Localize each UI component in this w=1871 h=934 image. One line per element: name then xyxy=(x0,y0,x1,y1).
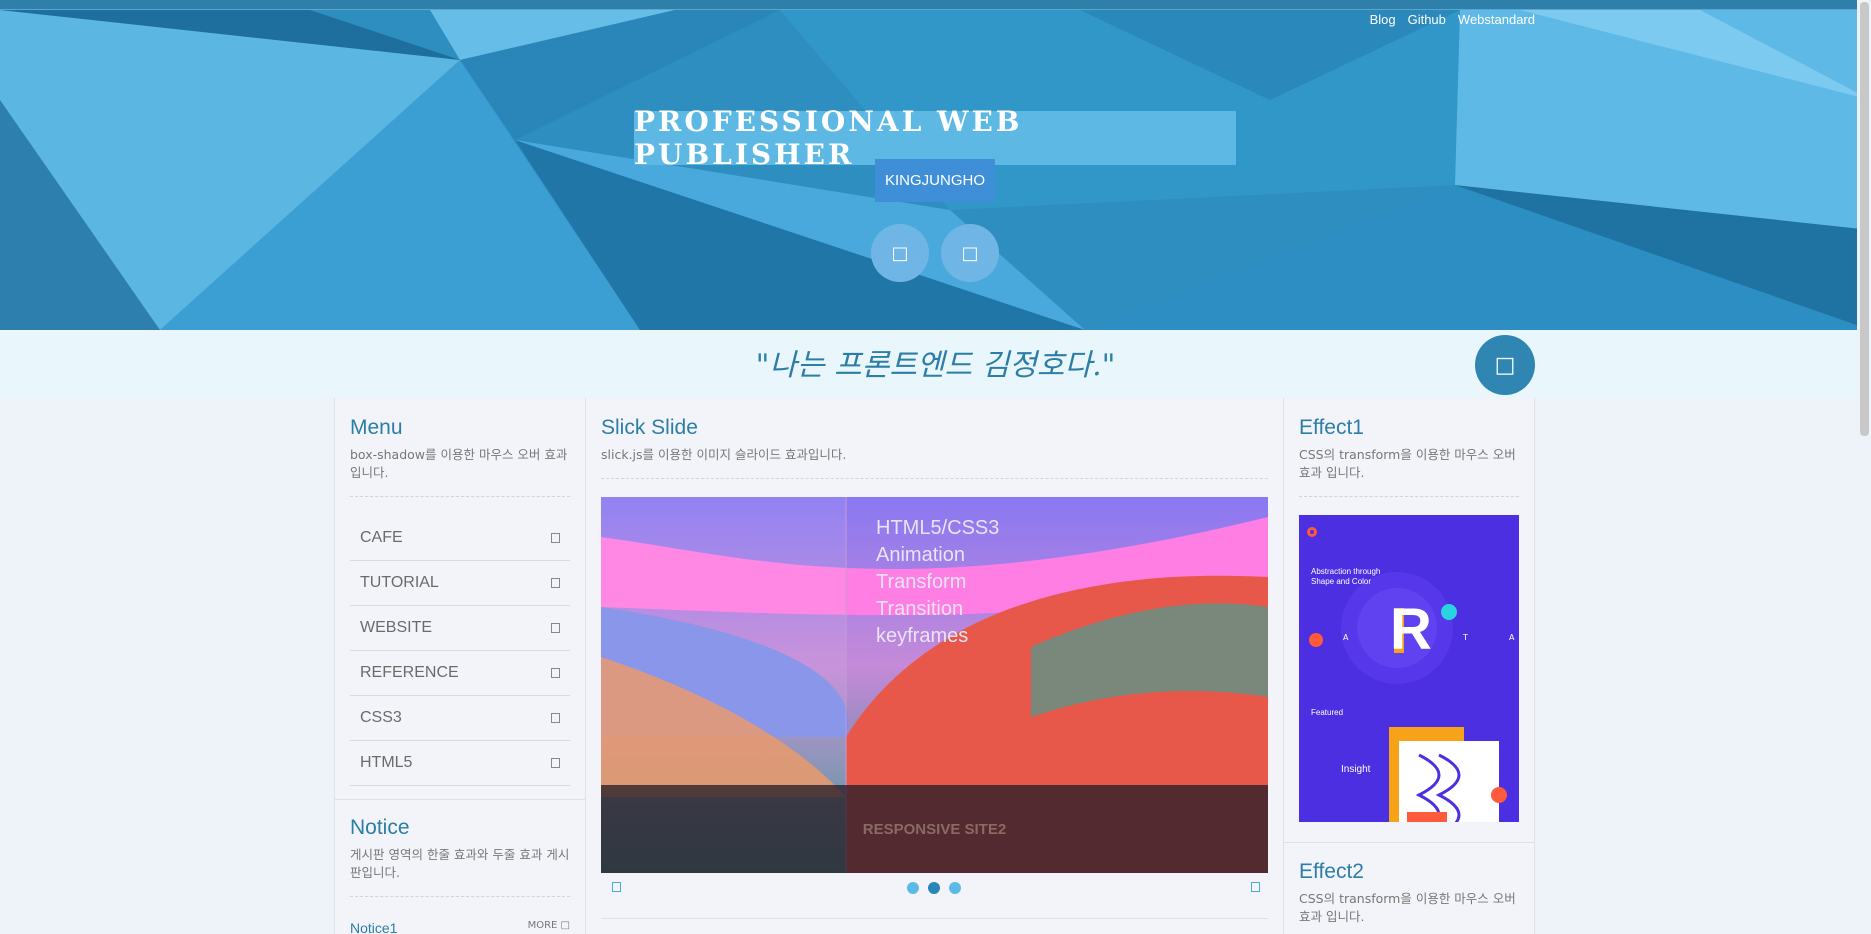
slide-line: keyframes xyxy=(876,625,969,647)
hero-title-box: PROFESSIONAL WEB PUBLISHER xyxy=(634,105,1236,171)
slide-caption: RESPONSIVE SITE2 xyxy=(862,820,1007,838)
arrow-icon xyxy=(551,668,560,678)
effect1-description: CSS의 transform을 이용한 마우스 오버 효과 입니다. xyxy=(1299,447,1516,480)
menu-list: CAFE TUTORIAL WEBSITE REFERENCE CSS3 HTM… xyxy=(350,516,570,786)
menu-item-css3[interactable]: CSS3 xyxy=(350,696,570,741)
menu-title: Menu xyxy=(350,416,403,439)
slider-dot-active[interactable] xyxy=(928,882,940,894)
square-icon: □ xyxy=(961,242,979,264)
nav-link-blog[interactable]: Blog xyxy=(1370,12,1396,27)
left-column: Menu box-shadow를 이용한 마우스 오버 효과입니다. CAFE … xyxy=(334,398,586,934)
slogan-band: "나는 프론트엔드 김정호다." xyxy=(0,330,1857,398)
poster-headline: Abstraction through Shape and Color xyxy=(1311,567,1381,586)
image-slider[interactable]: HTML5/CSS3 Animation Transform Transitio… xyxy=(601,497,1268,873)
slick-description: slick.js를 이용한 이미지 슬라이드 효과입니다. xyxy=(601,447,847,462)
effect2-description: CSS의 transform을 이용한 마우스 오버 효과 입니다. xyxy=(1299,891,1516,924)
hero-icon-button-2[interactable]: □ xyxy=(941,224,999,282)
top-nav: Blog Github Webstandard xyxy=(1370,12,1535,27)
poster-side-letter: A xyxy=(1343,633,1349,642)
slide-line: Transform xyxy=(876,571,967,593)
effect2-title: Effect2 xyxy=(1299,860,1364,883)
menu-item-tutorial[interactable]: TUTORIAL xyxy=(350,561,570,606)
slide-line: HTML5/CSS3 xyxy=(876,517,1000,539)
square-icon: □ xyxy=(1494,352,1516,378)
middle-column: Slick Slide slick.js를 이용한 이미지 슬라이드 효과입니다… xyxy=(585,398,1284,934)
arrow-icon xyxy=(551,713,560,723)
floating-action-button[interactable]: □ xyxy=(1475,335,1535,395)
poster-letter: R xyxy=(1390,597,1432,662)
menu-item-label: TUTORIAL xyxy=(360,574,439,591)
arrow-icon xyxy=(551,533,560,543)
notice-item-link[interactable]: Notice1 xyxy=(350,920,397,934)
menu-item-label: CSS3 xyxy=(360,709,402,726)
effect2-header: Effect2 CSS의 transform을 이용한 마우스 오버 효과 입니… xyxy=(1299,860,1519,926)
top-border-bar xyxy=(0,0,1871,10)
poster-side-letter: A xyxy=(1509,633,1515,642)
menu-item-label: HTML5 xyxy=(360,754,413,771)
slider-dot[interactable] xyxy=(949,882,961,894)
slick-header: Slick Slide slick.js를 이용한 이미지 슬라이드 효과입니다… xyxy=(601,416,1268,479)
arrow-icon xyxy=(551,578,560,588)
poster-featured: Featured xyxy=(1311,708,1344,717)
notice-more-link[interactable]: MORE □ xyxy=(528,920,570,934)
slider-next-button[interactable] xyxy=(1251,882,1260,892)
slider-dots xyxy=(907,882,961,894)
menu-item-website[interactable]: WEBSITE xyxy=(350,606,570,651)
hero-subtitle-box: KINGJUNGHO xyxy=(875,159,995,202)
nav-link-webstandard[interactable]: Webstandard xyxy=(1458,12,1535,27)
notice-title: Notice xyxy=(350,816,410,839)
menu-item-reference[interactable]: REFERENCE xyxy=(350,651,570,696)
menu-item-label: REFERENCE xyxy=(360,664,459,681)
poster-graphic xyxy=(1299,515,1519,822)
arrow-icon xyxy=(551,623,560,633)
notice-row: Notice1 MORE □ xyxy=(350,920,570,934)
effect1-image[interactable]: Abstraction through Shape and Color R A … xyxy=(1299,515,1519,822)
slide-line: Transition xyxy=(876,598,964,620)
page-scrollbar[interactable] xyxy=(1857,0,1871,934)
arrow-icon xyxy=(551,758,560,768)
slide-line: Animation xyxy=(876,544,965,566)
divider xyxy=(335,799,585,800)
effect1-header: Effect1 CSS의 transform을 이용한 마우스 오버 효과 입니… xyxy=(1299,416,1519,497)
slider-dot[interactable] xyxy=(907,882,919,894)
hero-icon-button-1[interactable]: □ xyxy=(871,224,929,282)
scrollbar-thumb[interactable] xyxy=(1860,2,1869,436)
slick-title: Slick Slide xyxy=(601,416,698,439)
hero-subtitle: KINGJUNGHO xyxy=(884,172,985,189)
poster-insight: Insight xyxy=(1341,764,1371,775)
notice-description: 게시판 영역의 한줄 효과와 두줄 효과 게시판입니다. xyxy=(350,847,570,880)
square-icon: □ xyxy=(891,242,909,264)
effect1-title: Effect1 xyxy=(1299,416,1364,439)
slogan-text: "나는 프론트엔드 김정호다." xyxy=(755,348,1116,383)
poster-side-letter: T xyxy=(1463,633,1468,642)
slider-prev-button[interactable] xyxy=(612,882,621,892)
nav-link-github[interactable]: Github xyxy=(1408,12,1446,27)
menu-description: box-shadow를 이용한 마우스 오버 효과입니다. xyxy=(350,447,568,480)
menu-item-label: CAFE xyxy=(360,529,403,546)
hero-header: Blog Github Webstandard PROFESSIONAL WEB… xyxy=(0,0,1871,330)
menu-header: Menu box-shadow를 이용한 마우스 오버 효과입니다. xyxy=(350,416,570,497)
divider xyxy=(1284,842,1534,843)
right-column: Effect1 CSS의 transform을 이용한 마우스 오버 효과 입니… xyxy=(1283,398,1535,934)
slide-caption-bar: RESPONSIVE SITE2 xyxy=(601,785,1268,873)
menu-item-html5[interactable]: HTML5 xyxy=(350,741,570,786)
notice-header: Notice 게시판 영역의 한줄 효과와 두줄 효과 게시판입니다. xyxy=(350,816,570,897)
divider xyxy=(601,918,1268,919)
menu-item-label: WEBSITE xyxy=(360,619,433,636)
menu-item-cafe[interactable]: CAFE xyxy=(350,516,570,561)
slide-text: HTML5/CSS3 Animation Transform Transitio… xyxy=(876,515,999,650)
